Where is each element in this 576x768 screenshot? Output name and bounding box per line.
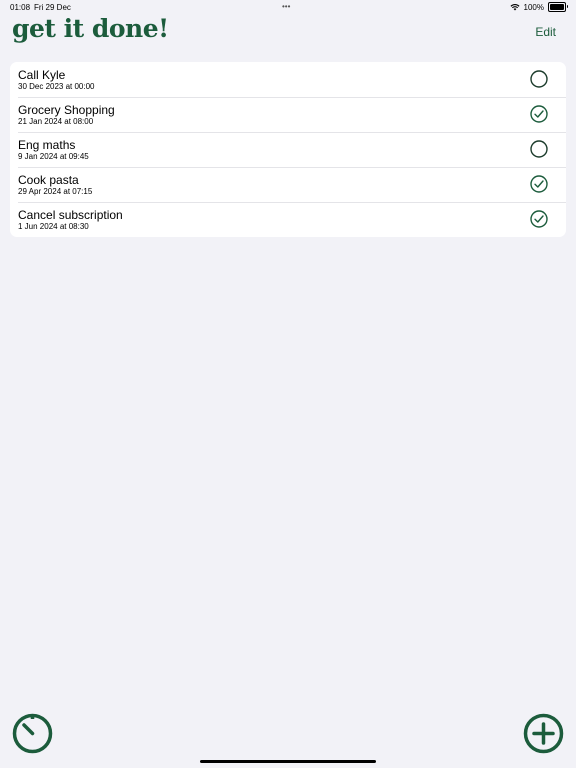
task-date: 21 Jan 2024 at 08:00 bbox=[18, 117, 94, 126]
task-date: 9 Jan 2024 at 09:45 bbox=[18, 152, 89, 161]
task-row[interactable]: Cancel subscription 1 Jun 2024 at 08:30 bbox=[10, 202, 566, 237]
task-row[interactable]: Grocery Shopping 21 Jan 2024 at 08:00 bbox=[10, 97, 566, 132]
status-date: Fri 29 Dec bbox=[34, 3, 71, 12]
multitasking-dots-icon[interactable]: ••• bbox=[282, 2, 290, 11]
wifi-icon bbox=[510, 4, 520, 11]
task-title: Eng maths bbox=[18, 138, 76, 152]
empty-circle-icon[interactable] bbox=[530, 70, 548, 88]
task-date: 1 Jun 2024 at 08:30 bbox=[18, 222, 89, 231]
app-title: get it done! bbox=[12, 14, 169, 43]
checkmark-circle-icon[interactable] bbox=[530, 210, 548, 228]
status-time: 01:08 bbox=[10, 3, 31, 12]
task-title: Call Kyle bbox=[18, 68, 66, 82]
checkmark-circle-icon[interactable] bbox=[530, 105, 548, 123]
home-indicator[interactable] bbox=[200, 760, 376, 763]
empty-circle-icon[interactable] bbox=[530, 140, 548, 158]
task-title: Cook pasta bbox=[18, 173, 79, 187]
status-right: 100% bbox=[510, 2, 568, 12]
status-bar: 01:08 Fri 29 Dec ••• 100% bbox=[0, 0, 576, 14]
task-title: Grocery Shopping bbox=[18, 103, 115, 117]
task-date: 30 Dec 2023 at 00:00 bbox=[18, 82, 95, 91]
timer-icon[interactable] bbox=[12, 713, 53, 754]
plus-circle-icon[interactable] bbox=[523, 713, 564, 754]
battery-icon bbox=[548, 2, 568, 12]
task-row[interactable]: Call Kyle 30 Dec 2023 at 00:00 bbox=[10, 62, 566, 97]
task-list: Call Kyle 30 Dec 2023 at 00:00 Grocery Sho… bbox=[10, 62, 566, 237]
task-row[interactable]: Eng maths 9 Jan 2024 at 09:45 bbox=[10, 132, 566, 167]
task-row[interactable]: Cook pasta 29 Apr 2024 at 07:15 bbox=[10, 167, 566, 202]
task-date: 29 Apr 2024 at 07:15 bbox=[18, 187, 93, 196]
edit-button[interactable]: Edit bbox=[535, 25, 556, 39]
checkmark-circle-icon[interactable] bbox=[530, 175, 548, 193]
battery-percent: 100% bbox=[523, 2, 544, 12]
task-title: Cancel subscription bbox=[18, 208, 123, 222]
